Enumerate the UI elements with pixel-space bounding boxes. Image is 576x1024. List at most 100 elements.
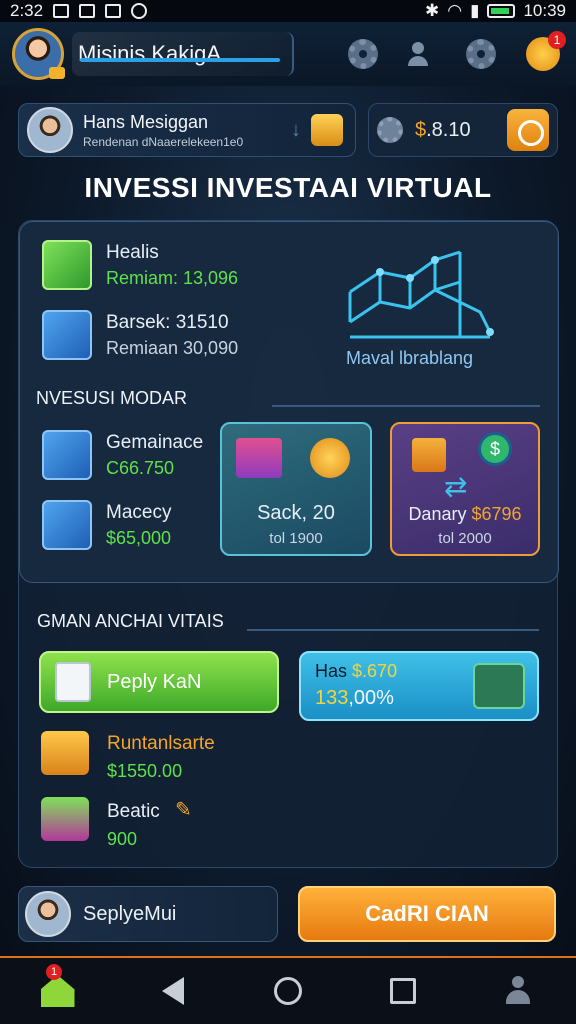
chart-icon[interactable] — [473, 663, 525, 709]
danary-card[interactable]: $ ⇄ Danary $6796 tol 2000 — [390, 422, 540, 556]
notification-badge: 1 — [548, 31, 566, 49]
investment-panel: Healis Remiam: 13,096 Barsek: 31510 Remi… — [19, 221, 559, 583]
item-value: C66.750 — [106, 458, 175, 478]
profile-card[interactable]: Hans Mesiggan Rendenan dNaaerelekeen1e0 … — [18, 103, 356, 157]
blue-cube-icon — [42, 500, 92, 550]
list-item-value: $1550.00 — [107, 761, 183, 781]
item-value: $65,000 — [106, 528, 172, 548]
add-friend-icon[interactable] — [408, 40, 436, 68]
stats-label: Has $.670 — [315, 661, 397, 682]
section-heading: GMAN ANCHAI VITAIS — [37, 611, 224, 631]
nav-back[interactable] — [115, 957, 230, 1024]
user-icon — [505, 976, 531, 1006]
home-icon — [40, 975, 75, 1007]
settings-gear-icon[interactable] — [348, 39, 378, 69]
trophy-icon — [412, 438, 446, 472]
circle-home-icon — [273, 977, 302, 1005]
dollar-icon: $ — [478, 432, 512, 466]
coin-icon — [310, 438, 350, 478]
pencil-icon: ✎ — [175, 799, 192, 821]
currency-symbol: $ — [415, 118, 427, 141]
wifi-icon: ◠ — [447, 1, 463, 20]
green-cube-icon — [42, 240, 92, 290]
exchange-arrows-icon: ⇄ — [444, 471, 468, 502]
image-icon — [53, 4, 70, 18]
navigation-bar — [0, 956, 576, 1024]
blue-cube-icon — [42, 430, 92, 480]
gear-icon[interactable] — [377, 117, 403, 143]
nav-recents[interactable] — [345, 957, 460, 1024]
level-progress-bar — [80, 58, 280, 62]
crown-icon — [49, 67, 65, 79]
card-title-value: $6796 — [471, 504, 522, 524]
balance-card: $.8.10 — [368, 103, 558, 157]
blue-cube-icon — [42, 310, 92, 360]
shield-icon[interactable] — [311, 114, 343, 146]
reply-button[interactable]: Peply KaN — [39, 651, 279, 713]
card-title: Sack, 20 — [257, 502, 335, 524]
chart-caption: Maval lbrablang — [346, 348, 474, 368]
asset-value: Remiaan 30,090 — [106, 338, 239, 358]
status-time-left: 2:32 — [10, 1, 44, 20]
cta-button[interactable]: CadRI CIAN — [298, 886, 556, 942]
coin-button[interactable]: 1 — [526, 31, 566, 71]
profile-name: Hans Mesiggan — [83, 111, 209, 132]
app-title-text: Misinis KakigA — [78, 41, 222, 66]
bottom-profile-button[interactable]: SeplyeMui — [18, 886, 278, 942]
list-item-name: Runtanlsarte — [107, 733, 215, 754]
mail-icon — [105, 4, 122, 18]
list-item-value: 900 — [107, 829, 138, 849]
image-icon — [79, 4, 96, 18]
app-title: Misinis KakigA — [72, 32, 294, 76]
gift-icon — [236, 438, 282, 478]
reply-button-label: Peply KaN — [107, 670, 202, 693]
stats-label-text: Has — [315, 661, 348, 681]
settings-icon[interactable] — [466, 39, 496, 69]
signal-icon: ▮ — [470, 1, 480, 20]
back-icon — [161, 977, 184, 1005]
list-item-name: Beatic — [107, 801, 160, 822]
nav-home-button[interactable] — [230, 957, 345, 1024]
holographic-chart-icon — [348, 250, 494, 339]
section-heading: NVESUSI MODAR — [36, 388, 188, 408]
balance-amount: .8.10 — [426, 118, 471, 141]
treasure-icon — [41, 731, 89, 775]
status-time-right: 10:39 — [523, 1, 566, 20]
balance-value: $.8.10 — [415, 119, 471, 142]
nav-badge: 1 — [46, 964, 62, 980]
top-bar: Misinis KakigA 1 — [0, 22, 576, 86]
arrow-down-icon[interactable]: ↓ — [291, 119, 301, 142]
stats-value-suffix: ,00% — [348, 687, 394, 709]
status-bar: 2:32 ✱ ◠ ▮ 10:39 — [0, 0, 576, 22]
sack-card[interactable]: Sack, 20 tol 1900 — [220, 422, 372, 556]
nav-profile[interactable] — [460, 957, 575, 1024]
stats-label-value: $.670 — [352, 661, 398, 681]
item-name: Gemainace — [106, 432, 204, 453]
item-name: Macecy — [106, 502, 172, 523]
avatar[interactable] — [12, 28, 65, 80]
asset-name: Barsek: 31510 — [106, 312, 229, 333]
target-button[interactable] — [507, 109, 549, 151]
divider — [247, 629, 539, 631]
document-icon — [55, 662, 91, 702]
asset-name: Healis — [106, 242, 159, 263]
bottom-profile-name: SeplyeMui — [83, 902, 177, 925]
bluetooth-icon: ✱ — [425, 1, 440, 20]
card-title: Danary $6796 — [392, 504, 538, 525]
battery-icon — [487, 4, 516, 18]
asset-value: Remiam: 13,096 — [106, 268, 239, 288]
divider — [272, 405, 540, 407]
profile-subtitle: Rendenan dNaaerelekeen1e0 — [83, 134, 244, 149]
card-subtitle: tol 1900 — [269, 530, 323, 547]
card-title-prefix: Danary — [408, 504, 467, 524]
page-title: INVESSI INVESTAAI VIRTUAL — [84, 172, 492, 203]
cash-stack-icon — [41, 797, 89, 841]
main-panel: Healis Remiam: 13,096 Barsek: 31510 Remi… — [18, 220, 559, 868]
stats-value: 133,00% — [315, 687, 394, 710]
stats-card[interactable]: Has $.670 133,00% — [299, 651, 539, 721]
card-subtitle: tol 2000 — [438, 530, 492, 547]
recents-icon — [389, 978, 416, 1004]
avatar — [27, 107, 73, 153]
target-icon — [131, 3, 148, 19]
avatar — [25, 891, 71, 937]
